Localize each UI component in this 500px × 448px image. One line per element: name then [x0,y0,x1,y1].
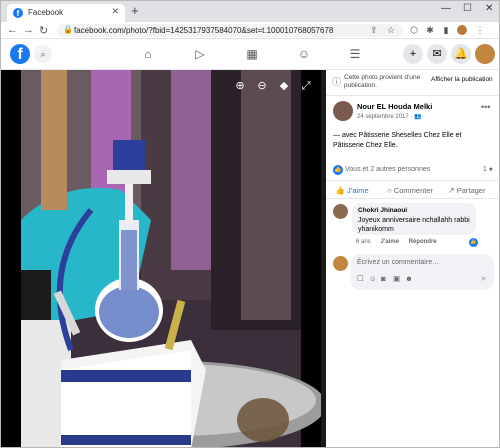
like-reaction-icon: 👍 [333,165,343,175]
like-label: J’aime [346,186,369,195]
write-comment-box[interactable]: Écrivez un commentaire… ☐ ☺ ◙ ▣ ☻ ➤ [351,254,494,290]
write-comment-placeholder[interactable]: Écrivez un commentaire… [357,259,439,266]
comment-count[interactable]: 1 ● [483,166,493,173]
watch-icon[interactable]: ▷ [192,45,208,63]
notifications-icon[interactable]: 🔔 [451,44,471,64]
photo-viewer: ⊕ ⊖ ◆ ⤢ [1,70,326,447]
gif-icon[interactable]: ▣ [393,274,400,283]
bookmark-star-icon[interactable]: ☆ [387,25,395,36]
commenter-avatar[interactable] [333,204,348,219]
share-button[interactable]: ↗ Partager [448,186,485,195]
reactions-row[interactable]: 👍 Vous et 2 autres personnes 1 ● [333,165,493,177]
comment-bubble: Chokri Jhinaoui Joyeux anniversaire ncha… [352,203,476,235]
post-date[interactable]: 24 septembre 2017 · 👥 [357,113,422,120]
facebook-favicon-icon: f [13,8,23,18]
comment-reply-button[interactable]: Répondre [409,239,437,245]
comment-text: Joyeux anniversaire nchallahh rabbi yhan… [358,217,470,233]
menu-icon[interactable]: ☰ [347,45,363,63]
sidebar-icon[interactable]: ▮ [441,25,451,35]
tag-icon[interactable]: ◆ [277,79,291,93]
browser-tab[interactable]: f Facebook ✕ [7,4,125,22]
lock-icon: 🔒 [63,25,73,34]
tab-title: Facebook [28,8,64,17]
comment-author[interactable]: Chokri Jhinaoui [358,207,407,214]
photo-image [1,70,326,447]
comment-label: Commenter [393,186,434,195]
post-author[interactable]: Nour EL Houda Melki [357,102,432,111]
url-text: facebook.com/photo/?fbid=142531793758407… [74,26,334,35]
comment-age[interactable]: 6 ans [356,239,371,245]
marketplace-icon[interactable]: ▦ [244,45,260,63]
minimize-icon[interactable]: — [441,3,451,14]
view-post-button[interactable]: Afficher la publication [431,76,493,83]
post-text: — avec Pâtisserie Sheselles Chez Elle et… [333,132,462,149]
audience-icon: 👥 [414,114,422,120]
home-icon[interactable]: ⌂ [140,45,156,63]
reactions-text[interactable]: Vous et 2 autres personnes [345,166,430,173]
forward-icon[interactable]: → [23,24,34,36]
divider [326,180,499,181]
like-icon: 👍 [335,186,345,195]
source-info-text: Cette photo provient d’une publication. [344,74,421,89]
share-label: Partager [456,186,486,195]
share-page-icon[interactable]: ⇪ [370,25,378,36]
comment-meta: 6 ans J’aime Répondre [356,239,445,245]
viewer-avatar [333,256,348,271]
source-info: ⓘ Cette photo provient d’une publication… [332,73,496,95]
zoom-out-icon[interactable]: ⊖ [255,79,269,93]
tab-strip: f Facebook ✕ + — ☐ ✕ [1,1,499,22]
author-avatar[interactable] [333,101,353,121]
browser-menu-icon[interactable]: ⋮ [475,25,485,35]
like-button[interactable]: 👍 J’aime [335,186,369,195]
emoji-icon[interactable]: ☺ [369,274,377,283]
close-window-icon[interactable]: ✕ [485,3,493,14]
share-icon: ↗ [448,186,455,195]
sticker-icon[interactable]: ☐ [357,274,364,283]
groups-icon[interactable]: ☺ [296,45,312,63]
camera-icon[interactable]: ◙ [381,274,386,283]
search-icon[interactable]: ⌕ [34,45,52,63]
post-panel: ⓘ Cette photo provient d’une publication… [326,70,499,447]
facebook-header: f ⌕ ⌂ ▷ ▦ ☺ ☰ + ✉ 🔔 [1,39,499,70]
browser-window: f Facebook ✕ + — ☐ ✕ ← → ↻ 🔒 facebook.co… [0,0,500,448]
send-icon[interactable]: ➤ [480,274,487,283]
comment-like-reaction-icon: 👍 [469,238,478,247]
profile-avatar-icon[interactable] [457,25,467,35]
post-date-text: 24 septembre 2017 · [357,114,415,120]
close-tab-icon[interactable]: ✕ [111,6,119,17]
zoom-in-icon[interactable]: ⊕ [233,79,247,93]
address-bar-row: ← → ↻ 🔒 facebook.com/photo/?fbid=1425317… [1,22,499,39]
extension-icon[interactable]: ⬡ [409,25,419,35]
comment-button[interactable]: ○ Commenter [387,186,433,195]
messenger-icon[interactable]: ✉ [427,44,447,64]
fullscreen-icon[interactable]: ⤢ [299,79,313,93]
new-tab-icon[interactable]: + [131,3,139,18]
divider [326,95,499,96]
more-options-icon[interactable]: ••• [481,102,490,112]
comment-icon: ○ [387,186,392,195]
account-avatar[interactable] [475,44,495,64]
facebook-logo-icon[interactable]: f [10,44,30,64]
puzzle-icon[interactable]: ✱ [425,25,435,35]
comment-like-button[interactable]: J’aime [380,239,399,245]
back-icon[interactable]: ← [7,24,18,36]
avatar-sticker-icon[interactable]: ☻ [405,274,413,283]
comment-count-icon: ● [488,166,493,173]
info-icon: ⓘ [332,77,342,87]
url-field[interactable]: 🔒 facebook.com/photo/?fbid=1425317937584… [57,24,403,37]
reload-icon[interactable]: ↻ [39,24,48,37]
create-icon[interactable]: + [403,44,423,64]
comment-count-value: 1 [482,166,487,173]
maximize-icon[interactable]: ☐ [463,3,472,14]
divider [326,198,499,199]
